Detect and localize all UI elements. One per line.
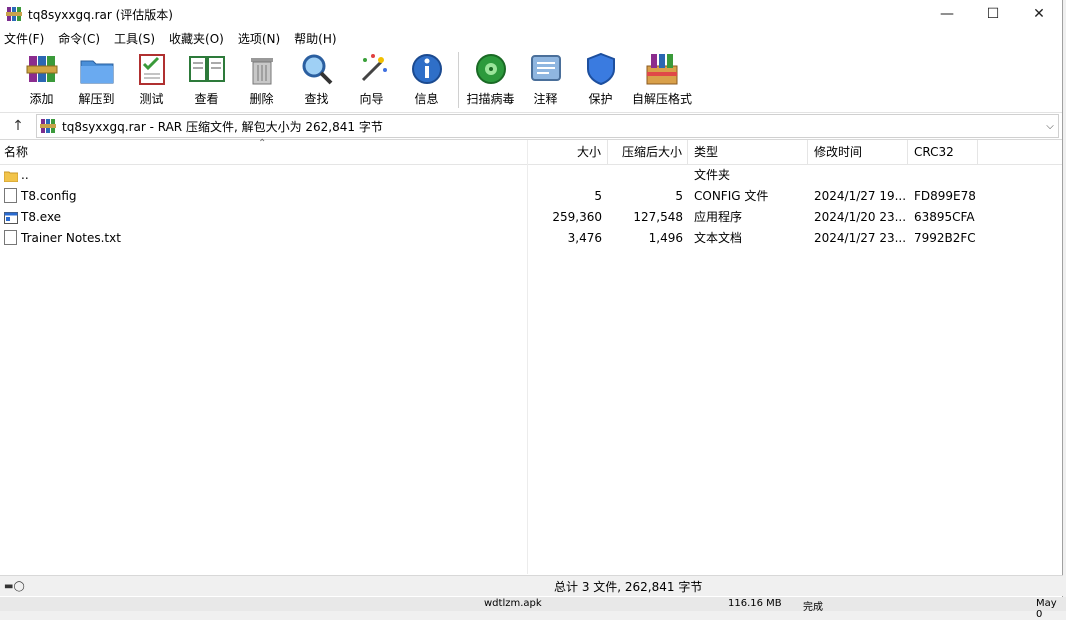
add-button[interactable]: 添加 — [14, 48, 69, 107]
background-file-date: May 0 — [1036, 598, 1057, 620]
background-file-size: 116.16 MB — [728, 598, 782, 609]
view-icon — [188, 51, 226, 87]
status-bar: ▬◯ 总计 3 文件, 262,841 字节 — [0, 575, 1063, 596]
delete-icon — [243, 51, 281, 87]
delete-button[interactable]: 删除 — [234, 48, 289, 107]
sfx-icon — [643, 51, 681, 87]
folder-icon — [4, 171, 19, 182]
sfx-button[interactable]: 自解压格式 — [628, 48, 696, 107]
status-summary: 总计 3 文件, 262,841 字节 — [554, 579, 703, 594]
drive-icon[interactable]: ▬◯ — [0, 581, 44, 592]
menu-favorites[interactable]: 收藏夹(O) — [169, 30, 224, 47]
column-name[interactable]: 名称 ⌃ — [0, 138, 528, 164]
info-icon — [408, 51, 446, 87]
test-icon — [133, 51, 171, 87]
find-button[interactable]: 查找 — [289, 48, 344, 107]
add-archive-icon — [23, 51, 61, 87]
maximize-button[interactable]: ☐ — [970, 0, 1016, 28]
view-button[interactable]: 查看 — [179, 48, 234, 107]
window-title: tq8syxxgq.rar (评估版本) — [28, 7, 173, 22]
background-file-name: wdtlzm.apk — [484, 598, 542, 609]
toolbar: 添加 解压到 测试 查看 删除 查找 向导 信息 扫描病毒 注释 保护 自解压格… — [0, 48, 1062, 113]
winrar-app-icon — [6, 7, 22, 21]
list-item[interactable]: T8.config 5 5 CONFIG 文件 2024/1/27 19... … — [0, 186, 1062, 207]
menu-help[interactable]: 帮助(H) — [294, 30, 336, 47]
column-size[interactable]: 大小 — [528, 140, 608, 164]
chevron-down-icon[interactable]: ⌵ — [1042, 121, 1058, 132]
text-file-icon — [4, 230, 17, 245]
close-button[interactable]: ✕ — [1016, 0, 1062, 28]
wizard-button[interactable]: 向导 — [344, 48, 399, 107]
address-bar: ↑ tq8syxxgq.rar - RAR 压缩文件, 解包大小为 262,84… — [0, 113, 1062, 140]
title-bar: tq8syxxgq.rar (评估版本) — ☐ ✕ — [0, 0, 1062, 28]
column-modified[interactable]: 修改时间 — [808, 140, 908, 164]
info-button[interactable]: 信息 — [399, 48, 454, 107]
menu-commands[interactable]: 命令(C) — [58, 30, 100, 47]
virus-scan-button[interactable]: 扫描病毒 — [463, 48, 518, 107]
protect-icon — [582, 51, 620, 87]
extract-to-button[interactable]: 解压到 — [69, 48, 124, 107]
menu-options[interactable]: 选项(N) — [238, 30, 280, 47]
list-item[interactable]: .. 文件夹 — [0, 165, 1062, 186]
up-arrow-icon[interactable]: ↑ — [0, 118, 36, 134]
column-crc[interactable]: CRC32 — [908, 140, 978, 164]
menu-file[interactable]: 文件(F) — [4, 30, 44, 47]
find-icon — [298, 51, 336, 87]
minimize-button[interactable]: — — [924, 0, 970, 28]
toolbar-separator — [458, 52, 459, 108]
background-window: wdtlzm.apk 116.16 MB 完成 May 0 — [0, 597, 1066, 620]
test-button[interactable]: 测试 — [124, 48, 179, 107]
list-item[interactable]: T8.exe 259,360 127,548 应用程序 2024/1/20 23… — [0, 207, 1062, 228]
winrar-window: tq8syxxgq.rar (评估版本) — ☐ ✕ 文件(F) 命令(C) 工… — [0, 0, 1063, 597]
exe-icon — [4, 211, 18, 224]
file-list: .. 文件夹 T8.config 5 5 CONFIG 文件 2024/1/27… — [0, 165, 1062, 249]
wizard-icon — [353, 51, 391, 87]
path-field[interactable]: tq8syxxgq.rar - RAR 压缩文件, 解包大小为 262,841 … — [36, 114, 1059, 138]
column-packed[interactable]: 压缩后大小 — [608, 140, 688, 164]
file-icon — [4, 188, 17, 203]
protect-button[interactable]: 保护 — [573, 48, 628, 107]
comment-icon — [527, 51, 565, 87]
comment-button[interactable]: 注释 — [518, 48, 573, 107]
menu-tools[interactable]: 工具(S) — [114, 30, 155, 47]
path-text: tq8syxxgq.rar - RAR 压缩文件, 解包大小为 262,841 … — [62, 119, 383, 134]
archive-icon — [40, 119, 56, 133]
column-header: 名称 ⌃ 大小 压缩后大小 类型 修改时间 CRC32 — [0, 138, 1062, 165]
menu-bar: 文件(F) 命令(C) 工具(S) 收藏夹(O) 选项(N) 帮助(H) — [0, 28, 1062, 48]
sort-arrow-icon: ⌃ — [258, 138, 267, 149]
extract-to-icon — [78, 51, 116, 87]
virus-scan-icon — [472, 51, 510, 87]
column-type[interactable]: 类型 — [688, 140, 808, 164]
list-item[interactable]: Trainer Notes.txt 3,476 1,496 文本文档 2024/… — [0, 228, 1062, 249]
